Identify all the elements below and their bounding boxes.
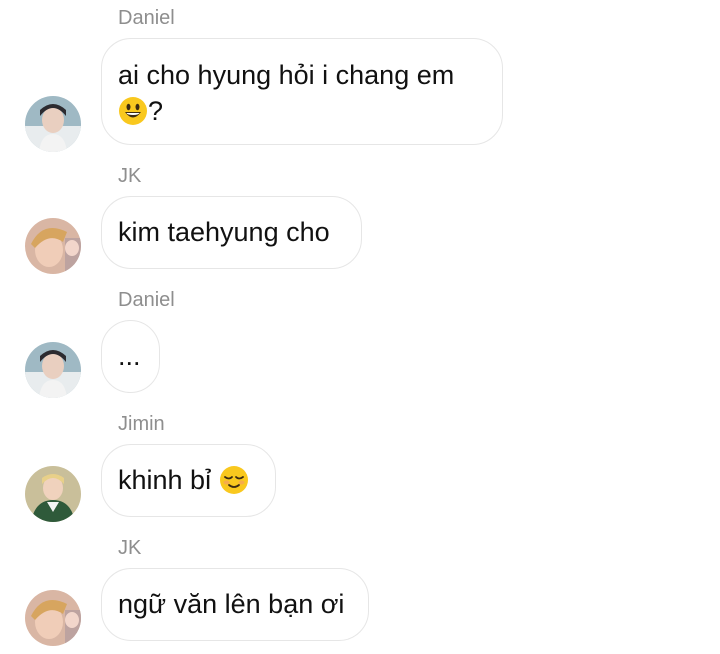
message-bubble[interactable]: ... xyxy=(101,320,160,393)
sender-name: Daniel xyxy=(118,289,175,311)
sender-name: Daniel xyxy=(118,7,175,29)
message-bubble[interactable]: kim taehyung cho xyxy=(101,196,362,269)
relieved-face-emoji xyxy=(219,466,248,494)
message-bubble[interactable]: ngữ văn lên bạn ơi xyxy=(101,568,369,641)
jk-avatar[interactable] xyxy=(25,218,81,274)
daniel-avatar[interactable] xyxy=(25,342,81,398)
sender-name: JK xyxy=(118,537,142,559)
message-text: ngữ văn lên bạn ơi xyxy=(118,589,345,619)
message-text: kim taehyung cho xyxy=(118,217,330,247)
jk-avatar[interactable] xyxy=(25,590,81,646)
message-text-suffix: ? xyxy=(148,96,164,126)
sender-name: JK xyxy=(118,165,142,187)
message-text: khinh bỉ xyxy=(118,465,212,495)
grinning-face-emoji xyxy=(119,97,147,125)
message-bubble[interactable]: ai cho hyung hỏi i chang em ? xyxy=(101,38,503,145)
message-text: ... xyxy=(118,341,141,371)
sender-name: Jimin xyxy=(118,413,165,435)
daniel-avatar[interactable] xyxy=(25,96,81,152)
message-text: ai cho hyung hỏi i chang em xyxy=(118,60,455,90)
message-bubble[interactable]: khinh bỉ xyxy=(101,444,276,517)
jimin-avatar[interactable] xyxy=(25,466,81,522)
